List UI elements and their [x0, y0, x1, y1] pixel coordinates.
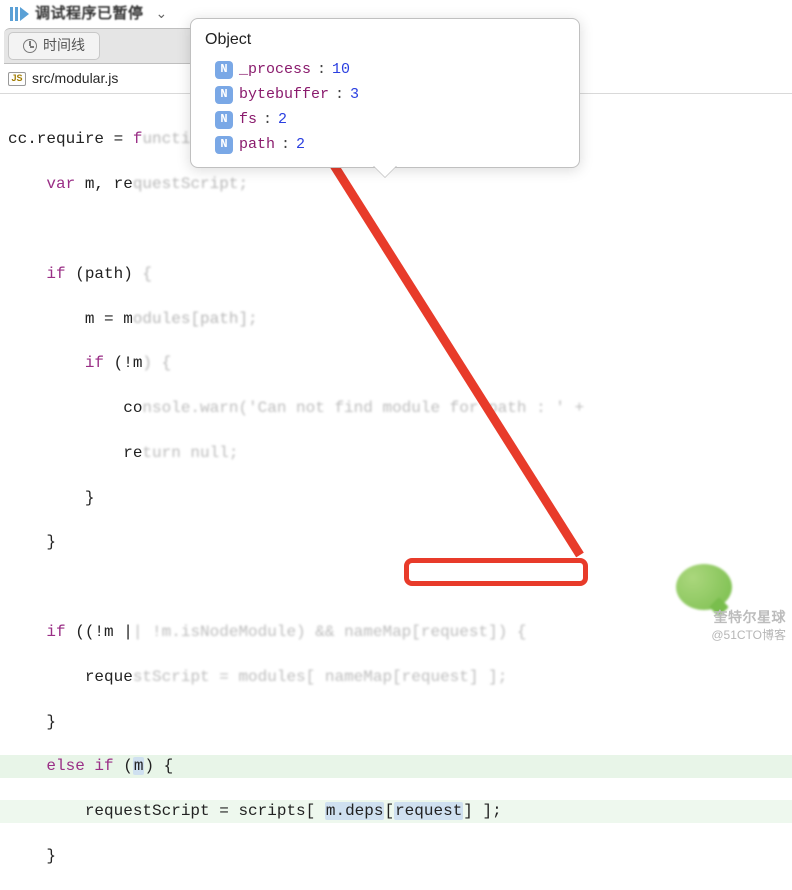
tab-label: 时间线	[43, 36, 85, 56]
hover-target-mdeps[interactable]: m.deps	[325, 802, 385, 820]
clock-icon	[23, 39, 37, 53]
js-file-icon: JS	[8, 72, 26, 86]
wechat-logo-icon	[676, 564, 732, 610]
debug-tooltip: Object N _process: 10 N bytebuffer: 3 N …	[190, 18, 580, 168]
file-name: src/modular.js	[32, 69, 118, 89]
number-badge-icon: N	[215, 86, 233, 104]
debug-status-text: 调试程序已暂停	[35, 3, 144, 24]
tooltip-row[interactable]: N fs: 2	[191, 107, 579, 132]
chevron-down-icon[interactable]: ⌄	[156, 4, 168, 24]
debug-status-icon	[10, 7, 29, 21]
watermark: 奎特尔星球 @51CTO博客	[711, 608, 786, 644]
tooltip-pointer-icon	[373, 165, 397, 177]
tooltip-row[interactable]: N path: 2	[191, 132, 579, 157]
tooltip-title: Object	[191, 27, 579, 57]
tab-timeline[interactable]: 时间线	[8, 32, 100, 60]
number-badge-icon: N	[215, 61, 233, 79]
annotation-highlight-box	[404, 558, 588, 586]
number-badge-icon: N	[215, 136, 233, 154]
tooltip-row[interactable]: N bytebuffer: 3	[191, 82, 579, 107]
code-editor[interactable]: cc.require = function (request, path) { …	[0, 94, 792, 890]
tooltip-row[interactable]: N _process: 10	[191, 57, 579, 82]
number-badge-icon: N	[215, 111, 233, 129]
